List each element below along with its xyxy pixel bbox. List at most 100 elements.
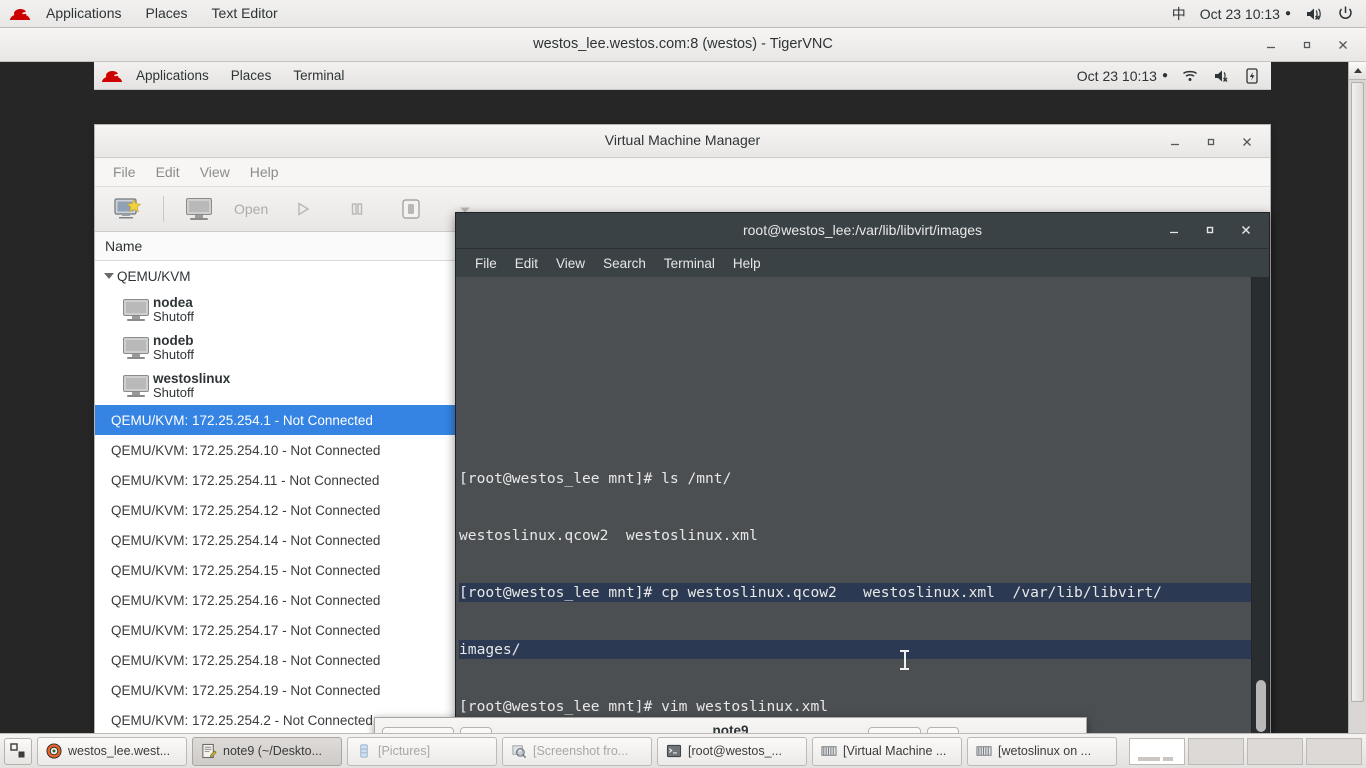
toolbar-separator (163, 196, 164, 222)
vmm-menu-edit[interactable]: Edit (146, 159, 190, 186)
volume-muted-icon[interactable] (1213, 68, 1231, 84)
minimize-icon[interactable] (1157, 215, 1191, 245)
minimize-icon[interactable] (1254, 30, 1288, 60)
computer-icon (119, 337, 153, 359)
taskbar-item-westoslinux-vm[interactable]: [wetoslinux on ... (967, 736, 1117, 766)
pause-icon[interactable] (332, 191, 382, 227)
remote-top-panel: Applications Places Terminal Oct 23 10:1… (94, 62, 1271, 90)
open-button-label[interactable]: Open (228, 201, 274, 217)
power-icon[interactable] (1337, 5, 1354, 22)
terminal-menu-view[interactable]: View (547, 250, 594, 277)
terminal-menu-terminal[interactable]: Terminal (655, 250, 724, 277)
vm-state: Shutoff (153, 309, 194, 325)
terminal-menubar: File Edit View Search Terminal Help (456, 249, 1269, 278)
remote-menu-applications[interactable]: Applications (125, 62, 220, 89)
close-icon[interactable] (1326, 30, 1360, 60)
remote-menu-terminal[interactable]: Terminal (282, 62, 355, 89)
battery-charging-icon[interactable] (1245, 67, 1259, 84)
taskbar-item-pictures[interactable]: [Pictures] (347, 736, 497, 766)
minimize-icon[interactable] (1158, 127, 1192, 157)
shutdown-icon[interactable] (386, 191, 436, 227)
remote-status-tray: Oct 23 10:13 ● (1077, 67, 1271, 84)
terminal-titlebar[interactable]: root@westos_lee:/var/lib/libvirt/images (456, 213, 1269, 249)
host-top-panel: Applications Places Text Editor 中 Oct 23… (0, 0, 1366, 28)
taskbar-item-gedit[interactable]: note9 (~/Deskto... (192, 736, 342, 766)
virt-manager-icon (976, 743, 992, 759)
host-clock-dot: ● (1284, 8, 1291, 19)
terminal-line: images/ (459, 640, 1251, 659)
host-menu-text-editor[interactable]: Text Editor (200, 0, 290, 27)
connection-label: QEMU/KVM: 172.25.254.2 - Not Connected (111, 712, 373, 728)
maximize-icon[interactable] (1194, 127, 1228, 157)
vmm-menu-help[interactable]: Help (240, 159, 289, 186)
host-menu-places[interactable]: Places (134, 0, 200, 27)
vm-name: nodeb (153, 332, 194, 348)
tigervnc-window: westos_lee.westos.com:8 (westos) - Tiger… (0, 28, 1366, 733)
vmm-menu-file[interactable]: File (103, 159, 146, 186)
vmm-menu-view[interactable]: View (190, 159, 240, 186)
terminal-icon (666, 743, 682, 759)
remote-clock[interactable]: Oct 23 10:13 ● (1077, 68, 1168, 84)
gedit-headerbar: Open note9 ~/Desktop Save (375, 718, 1086, 733)
vmm-window-buttons (1158, 125, 1264, 158)
redhat-logo-icon[interactable] (94, 69, 125, 83)
workspace-1[interactable] (1129, 737, 1185, 765)
show-desktop-icon[interactable] (4, 737, 32, 765)
workspace-3[interactable] (1247, 737, 1303, 765)
tree-node-label: QEMU/KVM (117, 268, 191, 284)
taskbar-item-label: westos_lee.west... (68, 744, 171, 758)
new-virtual-machine-icon[interactable] (103, 191, 153, 227)
maximize-icon[interactable] (1290, 30, 1324, 60)
open-console-icon[interactable] (174, 191, 224, 227)
terminal-menu-search[interactable]: Search (594, 250, 655, 277)
input-method-indicator[interactable]: 中 (1172, 4, 1186, 24)
vnc-scrollbar-thumb[interactable] (1351, 82, 1364, 702)
terminal-menu-edit[interactable]: Edit (506, 250, 547, 277)
taskbar-item-screenshot[interactable]: [Screenshot fro... (502, 736, 652, 766)
terminal-line: [root@westos_lee mnt]# vim westoslinux.x… (459, 698, 829, 715)
connection-label: QEMU/KVM: 172.25.254.11 - Not Connected (111, 472, 380, 488)
taskbar-item-label: note9 (~/Deskto... (223, 744, 323, 758)
vm-name: nodea (153, 294, 193, 310)
terminal-line: [root@westos_lee mnt]# cp westoslinux.qc… (459, 583, 1251, 602)
vmm-menubar: File Edit View Help (95, 158, 1270, 187)
terminal-scrollbar[interactable] (1251, 277, 1269, 733)
taskbar-item-virtual-machine-manager[interactable]: [Virtual Machine ... (812, 736, 962, 766)
terminal-output[interactable]: [root@westos_lee mnt]# ls /mnt/ westosli… (456, 277, 1251, 733)
gedit-icon (201, 743, 217, 759)
vnc-window-title: westos_lee.westos.com:8 (westos) - Tiger… (533, 36, 833, 52)
remote-clock-dot: ● (1161, 70, 1168, 81)
redhat-logo-icon[interactable] (0, 7, 34, 21)
vm-state: Shutoff (153, 347, 194, 363)
terminal-menu-help[interactable]: Help (724, 250, 770, 277)
terminal-menu-file[interactable]: File (466, 250, 506, 277)
volume-muted-icon[interactable] (1305, 6, 1323, 22)
terminal-scrollbar-thumb[interactable] (1256, 680, 1266, 732)
close-icon[interactable] (1230, 127, 1264, 157)
host-clock[interactable]: Oct 23 10:13 ● (1200, 6, 1291, 22)
remote-menu-places[interactable]: Places (220, 62, 283, 89)
screen: Applications Places Text Editor 中 Oct 23… (0, 0, 1366, 768)
connection-label: QEMU/KVM: 172.25.254.19 - Not Connected (111, 682, 381, 698)
close-icon[interactable] (1229, 215, 1263, 245)
tigervnc-icon (46, 743, 62, 759)
gedit-window: Open note9 ~/Desktop Save (374, 717, 1087, 733)
taskbar-item-tigervnc[interactable]: westos_lee.west... (37, 736, 187, 766)
vmm-titlebar[interactable]: Virtual Machine Manager (95, 125, 1270, 158)
vnc-titlebar[interactable]: westos_lee.westos.com:8 (westos) - Tiger… (0, 28, 1366, 62)
chevron-down-icon[interactable] (101, 273, 117, 279)
vmm-column-name: Name (105, 238, 143, 254)
run-icon[interactable] (278, 191, 328, 227)
taskbar-item-terminal[interactable]: [root@westos_... (657, 736, 807, 766)
workspace-4[interactable] (1306, 737, 1362, 765)
workspace-2[interactable] (1188, 737, 1244, 765)
wifi-icon[interactable] (1182, 69, 1199, 83)
connection-label: QEMU/KVM: 172.25.254.12 - Not Connected (111, 502, 381, 518)
maximize-icon[interactable] (1193, 215, 1227, 245)
vnc-remote-desktop[interactable]: Applications Places Terminal Oct 23 10:1… (0, 62, 1366, 733)
scroll-up-icon[interactable] (1349, 62, 1366, 80)
host-menu-applications[interactable]: Applications (34, 0, 134, 27)
terminal-window-buttons (1157, 213, 1263, 247)
connection-label: QEMU/KVM: 172.25.254.15 - Not Connected (111, 562, 381, 578)
vnc-vertical-scrollbar[interactable] (1348, 62, 1366, 733)
